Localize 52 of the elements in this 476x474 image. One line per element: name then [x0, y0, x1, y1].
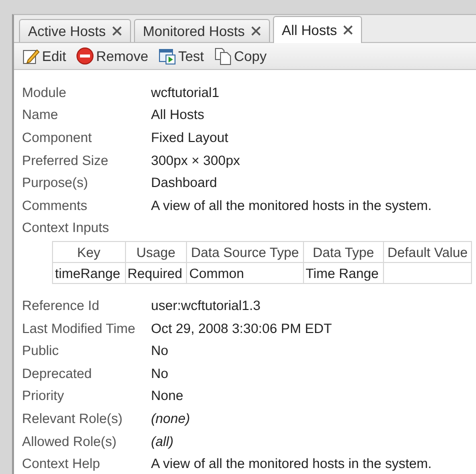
property-value: user:wcftutorial1.3 [151, 298, 262, 314]
tab[interactable]: Monitored Hosts [134, 19, 270, 42]
property-label: Public [22, 343, 60, 358]
property-value: (all) [151, 434, 174, 449]
table-cell: Common [186, 262, 304, 284]
close-icon[interactable] [250, 26, 261, 36]
property-label: Allowed Role(s) [22, 434, 118, 449]
property-value: No [151, 366, 170, 381]
toolbar-button[interactable]: Edit [20, 47, 68, 66]
tab[interactable]: All Hosts [272, 16, 362, 43]
property-value: 300px × 300px [151, 152, 241, 168]
property-label: Comments [22, 198, 88, 213]
pencil-icon [22, 47, 40, 66]
remove-icon [76, 47, 94, 66]
property-value: Fixed Layout [151, 130, 230, 146]
property-label: Preferred Size [22, 152, 110, 168]
column-header: Usage [125, 242, 187, 263]
tab[interactable]: Active Hosts [19, 19, 131, 42]
property-label: Deprecated [22, 366, 93, 381]
close-icon[interactable] [112, 26, 122, 36]
column-header: Data Type [303, 242, 384, 263]
property-label: Priority [22, 388, 66, 404]
property-value: A view of all the monitored hosts in the system. [151, 198, 433, 213]
toolbar-button[interactable]: Remove [74, 47, 150, 66]
property-value: All Hosts [151, 107, 206, 122]
property-label: Component [22, 130, 93, 146]
property-label: Context Inputs [22, 220, 110, 236]
toolbar-button[interactable]: Copy [212, 47, 269, 66]
property-label: Context Help [22, 456, 102, 472]
property-label: Module [22, 84, 68, 100]
property-value: No [151, 343, 170, 358]
property-label: Last Modified Time [22, 320, 136, 336]
column-header: Default Value [384, 242, 472, 263]
column-header: Data Source Type [186, 242, 304, 263]
property-label: Reference Id [22, 298, 100, 314]
property-value: A view of all the monitored hosts in the system. [151, 456, 433, 472]
table-cell: Required [125, 262, 187, 284]
copy-icon [214, 47, 232, 66]
property-value: Oct 29, 2008 3:30:06 PM EDT [151, 320, 333, 336]
column-header: Key [52, 242, 126, 263]
table-cell: timeRange [52, 262, 126, 284]
property-value: wcftutorial1 [151, 84, 220, 100]
close-icon[interactable] [342, 25, 353, 35]
property-value: (none) [151, 411, 192, 426]
play-window-icon [158, 47, 176, 66]
property-label: Relevant Role(s) [22, 411, 124, 426]
property-label: Purpose(s) [22, 175, 90, 190]
property-value: None [151, 388, 184, 404]
property-value: Dashboard [151, 175, 218, 190]
toolbar-button[interactable]: Test [156, 47, 206, 66]
table-cell: Time Range [303, 262, 384, 284]
property-label: Name [22, 107, 60, 122]
